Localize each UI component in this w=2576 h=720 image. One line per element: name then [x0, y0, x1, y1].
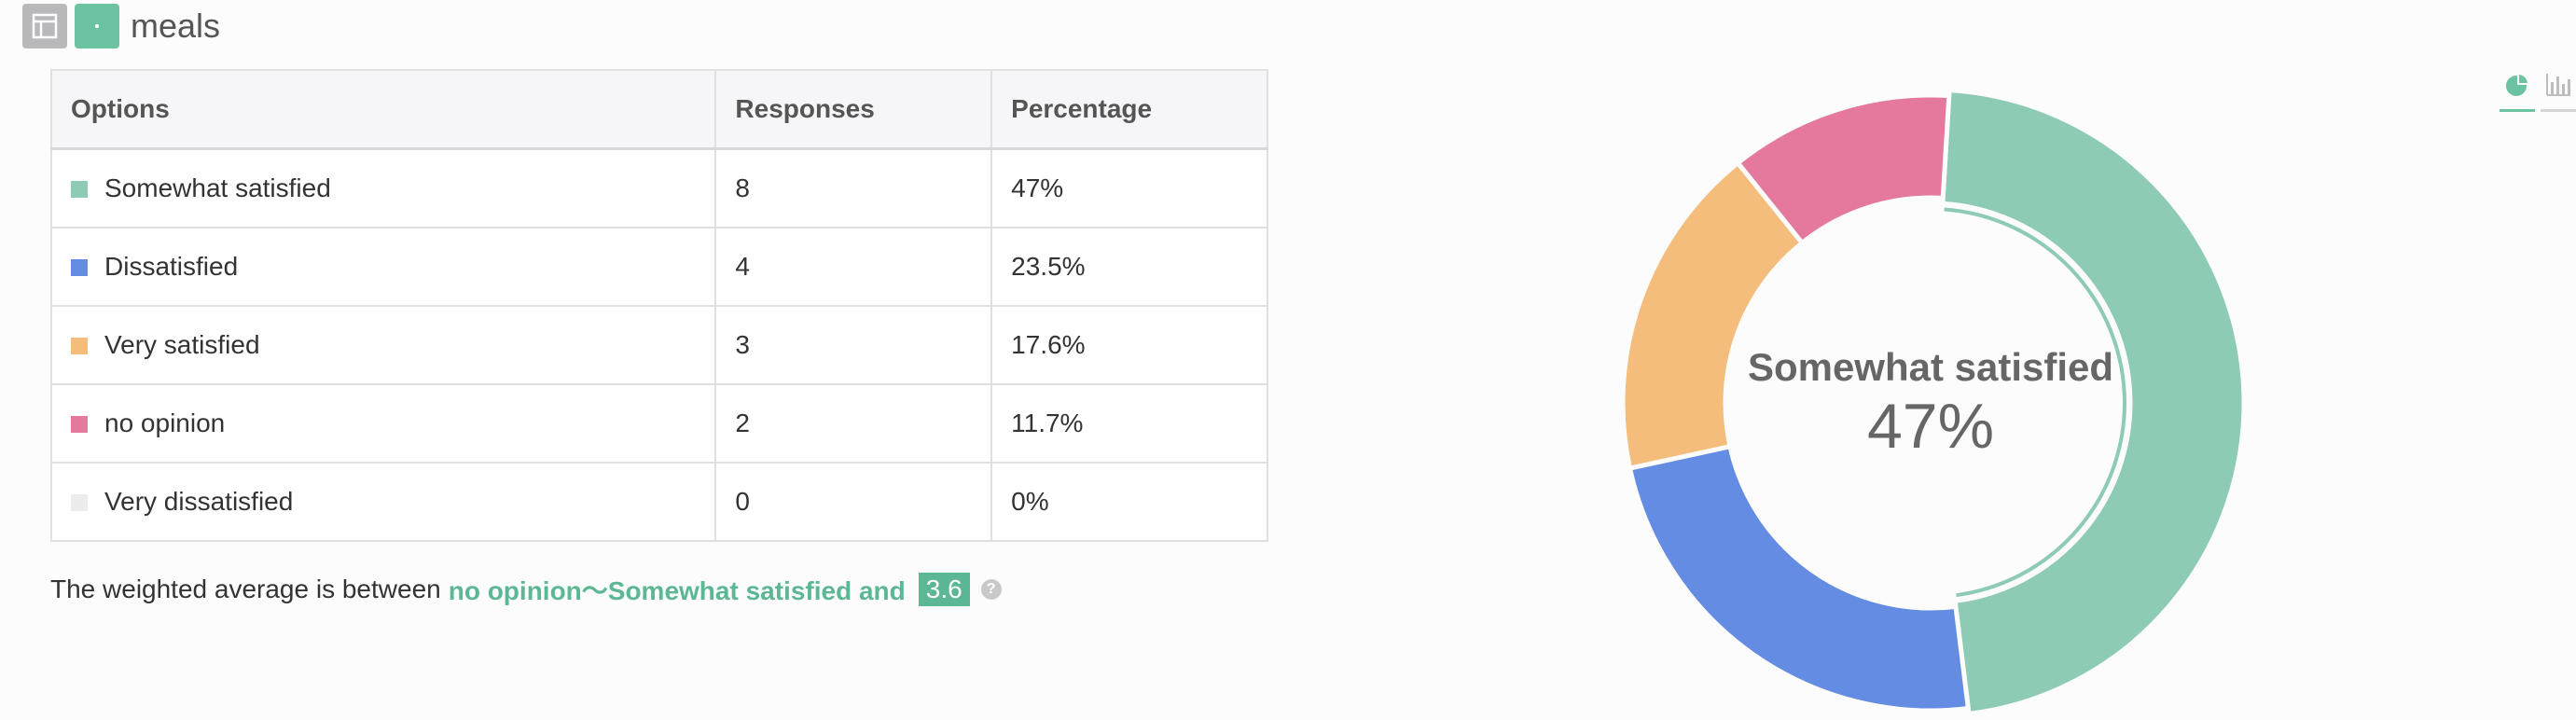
single-choice-icon	[75, 4, 119, 48]
table-row: Dissatisfied 4 23.5%	[49, 227, 1268, 307]
option-label: Dissatisfied	[104, 252, 239, 281]
percentage-cell: 17.6%	[990, 305, 1268, 385]
results-table: Options Responses Percentage Somewhat sa…	[49, 69, 1268, 542]
option-cell: Somewhat satisfied	[49, 147, 717, 228]
legend-swatch	[71, 494, 88, 511]
option-label: Very dissatisfied	[104, 487, 294, 516]
percentage-cell: 47%	[990, 147, 1268, 228]
header-options: Options	[49, 69, 717, 150]
table-row: Very satisfied 3 17.6%	[49, 305, 1268, 385]
legend-swatch	[71, 416, 88, 433]
option-cell: Very dissatisfied	[49, 462, 717, 542]
weighted-average-summary: The weighted average is between no opini…	[50, 571, 1002, 608]
percentage-cell: 0%	[990, 462, 1268, 542]
question-title: meals	[131, 7, 221, 45]
option-label: no opinion	[104, 408, 226, 437]
bar-chart-tab[interactable]	[2541, 71, 2576, 112]
table-row: Somewhat satisfied 8 47%	[49, 147, 1268, 228]
responses-cell: 0	[714, 462, 993, 542]
weighted-average-badge: 3.6	[918, 573, 970, 606]
header-percentage: Percentage	[990, 69, 1268, 150]
responses-cell: 2	[714, 383, 993, 464]
responses-cell: 4	[714, 227, 993, 307]
center-value: 47%	[1867, 391, 1994, 462]
table-row: Very dissatisfied 0 0%	[49, 462, 1268, 542]
legend-swatch	[71, 181, 88, 198]
header-responses: Responses	[714, 69, 993, 150]
donut-slice-dissatisfied[interactable]	[1627, 443, 1972, 713]
option-cell: Very satisfied	[49, 305, 717, 385]
bar-chart-icon	[2546, 74, 2570, 96]
table-row: no opinion 2 11.7%	[49, 383, 1268, 464]
responses-cell: 3	[714, 305, 993, 385]
legend-swatch	[71, 338, 88, 354]
pie-chart-tab[interactable]	[2500, 71, 2535, 112]
option-label: Somewhat satisfied	[104, 173, 331, 202]
chart-type-tabs	[2494, 71, 2576, 112]
percentage-cell: 11.7%	[990, 383, 1268, 464]
percentage-cell: 23.5%	[990, 227, 1268, 307]
table-header-row: Options Responses Percentage	[49, 69, 1268, 150]
donut-chart: Somewhat satisfied 47%	[1620, 87, 2247, 717]
center-label: Somewhat satisfied	[1748, 345, 2113, 389]
option-label: Very satisfied	[104, 330, 260, 359]
summary-text: The weighted average is between	[50, 575, 441, 603]
option-cell: Dissatisfied	[49, 227, 717, 307]
help-icon[interactable]: ?	[980, 579, 1002, 600]
pie-chart-icon	[2506, 72, 2530, 96]
legend-swatch	[71, 259, 88, 276]
option-cell: no opinion	[49, 383, 717, 464]
panel-layout-icon[interactable]	[22, 4, 67, 48]
question-header: meals	[22, 4, 220, 48]
responses-cell: 8	[714, 147, 993, 228]
summary-range: no opinion～Somewhat satisfied and	[448, 576, 906, 605]
